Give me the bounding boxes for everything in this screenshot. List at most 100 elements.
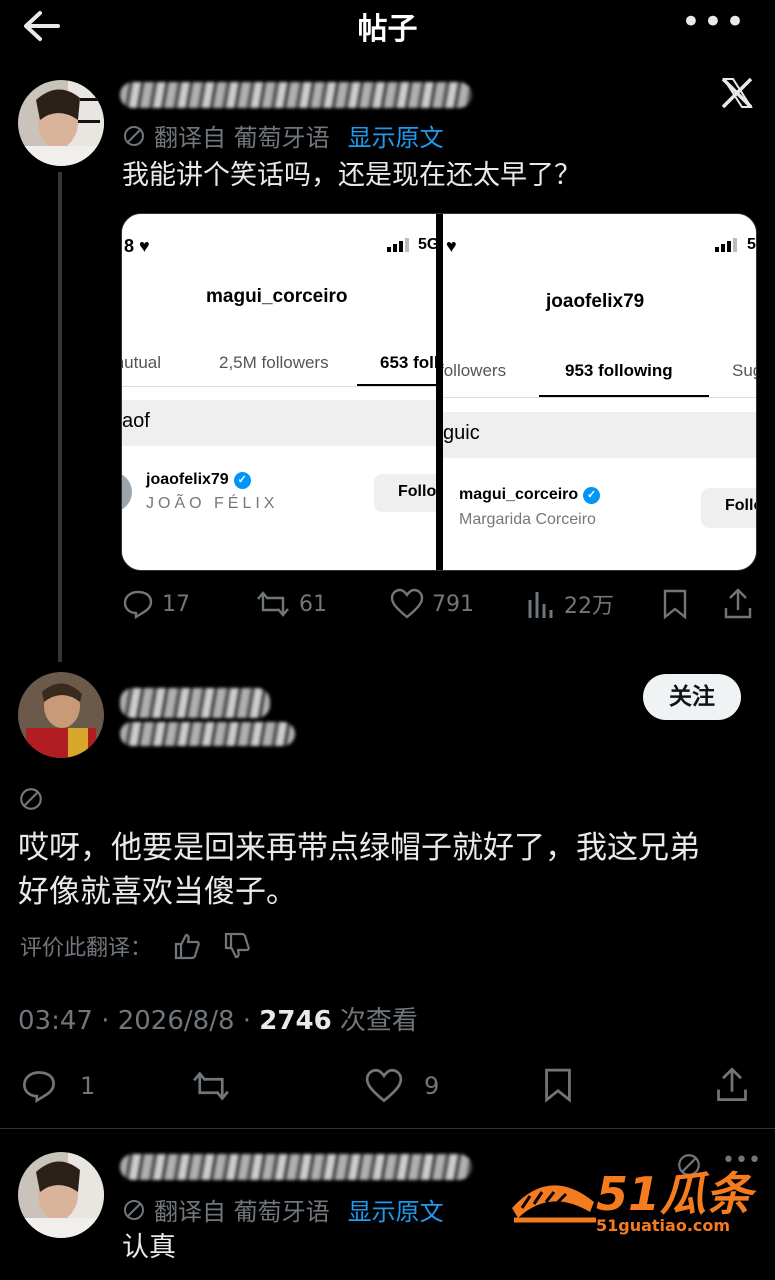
like-button[interactable]: 791 xyxy=(390,588,474,620)
reply-icon xyxy=(123,590,153,620)
post-text: 我能讲个笑话吗，还是现在还太早了？ xyxy=(122,160,581,191)
redacted-handle xyxy=(120,722,295,746)
tab-mutual: mutual xyxy=(122,353,162,372)
avatar[interactable] xyxy=(18,1152,104,1238)
retweet-button[interactable]: 61 xyxy=(255,588,327,620)
reply-button[interactable]: 17 xyxy=(122,588,190,620)
watermark-brand: 51瓜条 xyxy=(596,1167,753,1221)
network-label: 5G xyxy=(747,236,756,253)
show-original-link[interactable]: 显示原文 xyxy=(348,1192,444,1227)
avatar[interactable] xyxy=(18,80,104,166)
views-button[interactable]: 22万 xyxy=(526,588,614,620)
result-name: Margarida Corceiro xyxy=(459,511,596,528)
watermark-url: 51guatiao.com xyxy=(596,1216,731,1235)
translated-from-label: 翻译自 葡萄牙语 xyxy=(154,1198,330,1226)
translation-notice: 翻译自 葡萄牙语 显示原文 xyxy=(122,118,444,153)
follow-button: Follow xyxy=(701,488,756,528)
like-button[interactable]: 9 xyxy=(364,1068,439,1104)
retweet-icon xyxy=(193,1071,229,1101)
tab-suggested: Suggested xyxy=(732,361,756,380)
top-bar: 帖子 ••• xyxy=(0,0,775,56)
bookmark-icon xyxy=(663,589,687,620)
result-handle: joaofelix79 ✓ xyxy=(146,471,251,489)
signal-icon xyxy=(387,238,409,252)
divider xyxy=(443,397,756,398)
translated-from-label: 翻译自 葡萄牙语 xyxy=(154,124,330,152)
profile-username: joaofelix79 xyxy=(546,291,645,312)
retweet-button[interactable] xyxy=(190,1068,232,1104)
reply-button[interactable]: 1 xyxy=(20,1068,95,1104)
heart-icon: ♥ xyxy=(139,236,150,256)
translation-notice: 翻译自 葡萄牙语 显示原文 xyxy=(122,1192,444,1227)
divider xyxy=(122,386,436,387)
status-time: 8 ♥ xyxy=(124,236,150,256)
retweet-icon xyxy=(257,591,289,617)
tab-following: 653 following xyxy=(380,353,436,372)
separator xyxy=(0,1128,775,1129)
profile-username: magui_corceiro xyxy=(206,286,348,307)
views-chart-icon xyxy=(528,592,553,618)
reply-count: 17 xyxy=(162,591,190,617)
post-meta: 03:47 · 2026/8/8 · 2746 次查看 xyxy=(18,1000,418,1037)
bookmark-icon xyxy=(545,1068,571,1103)
redacted-username xyxy=(120,1154,472,1180)
verified-badge-icon: ✓ xyxy=(233,471,251,489)
share-icon xyxy=(724,588,752,619)
thread-connector xyxy=(58,172,62,662)
more-options-icon[interactable]: ••• xyxy=(681,2,747,42)
view-count: 2746 xyxy=(259,1006,332,1036)
page-title: 帖子 xyxy=(357,12,418,47)
result-name: JOÃO FÉLIX xyxy=(146,495,279,512)
bookmark-button[interactable] xyxy=(542,1066,574,1104)
redacted-username xyxy=(120,82,472,108)
network-label: 5G xyxy=(418,236,436,253)
reply-text-line2: 好像就喜欢当傻子。 xyxy=(18,874,297,910)
tab-followers: 2,5M followers xyxy=(219,353,329,372)
search-field: guic xyxy=(443,412,756,458)
rate-translation: 评价此翻译： xyxy=(20,930,252,962)
share-button[interactable] xyxy=(714,1066,750,1104)
show-original-link[interactable]: 显示原文 xyxy=(348,118,444,153)
like-count: 9 xyxy=(424,1072,440,1100)
reply-icon xyxy=(23,1071,55,1104)
post-text: 认真 xyxy=(122,1232,176,1263)
post-image[interactable]: 8 ♥ 5G magui_corceiro mutual 2,5M follow… xyxy=(121,213,757,571)
screenshot-panel-left: 8 ♥ 5G magui_corceiro mutual 2,5M follow… xyxy=(122,214,436,570)
x-logo-icon xyxy=(721,77,753,109)
thumbs-down-icon[interactable] xyxy=(222,931,252,961)
avatar[interactable] xyxy=(18,672,104,758)
panel-divider xyxy=(436,214,443,570)
translate-icon xyxy=(124,125,144,146)
search-query: guic xyxy=(443,422,480,444)
redacted-username xyxy=(120,688,270,718)
reply-text-line1: 哎呀，他要是回来再带点绿帽子就好了，我这兄弟 xyxy=(18,830,700,866)
thumbs-up-icon[interactable] xyxy=(172,931,202,961)
views-label: 次查看 xyxy=(331,1006,418,1036)
screenshot-panel-right: 8 ♥ 5G joaofelix79 followers 953 followi… xyxy=(443,214,756,570)
status-time: 8 ♥ xyxy=(443,236,457,257)
tab-following: 953 following xyxy=(565,361,673,380)
heart-icon xyxy=(390,588,424,619)
bookmark-button[interactable] xyxy=(661,588,689,620)
rate-label: 评价此翻译： xyxy=(20,936,153,961)
like-count: 791 xyxy=(432,591,474,617)
translate-icon xyxy=(124,1199,144,1220)
follow-button: Follow xyxy=(374,474,436,512)
heart-icon: ♥ xyxy=(446,236,457,256)
search-field: aof xyxy=(122,400,436,446)
search-query: aof xyxy=(122,410,150,432)
follow-button[interactable]: 关注 xyxy=(643,674,741,720)
result-handle: magui_corceiro ✓ xyxy=(459,486,601,504)
translate-icon xyxy=(20,788,42,810)
heart-icon xyxy=(365,1068,403,1103)
tab-followers: followers xyxy=(443,361,507,380)
verified-badge-icon: ✓ xyxy=(583,486,601,504)
share-button[interactable] xyxy=(722,588,754,620)
result-avatar xyxy=(122,472,132,512)
reply-count: 1 xyxy=(80,1072,96,1100)
retweet-count: 61 xyxy=(299,591,327,617)
timestamp: 03:47 · 2026/8/8 · xyxy=(18,1006,260,1036)
share-icon xyxy=(717,1067,747,1101)
signal-icon xyxy=(715,238,737,252)
views-count: 22万 xyxy=(564,594,614,619)
